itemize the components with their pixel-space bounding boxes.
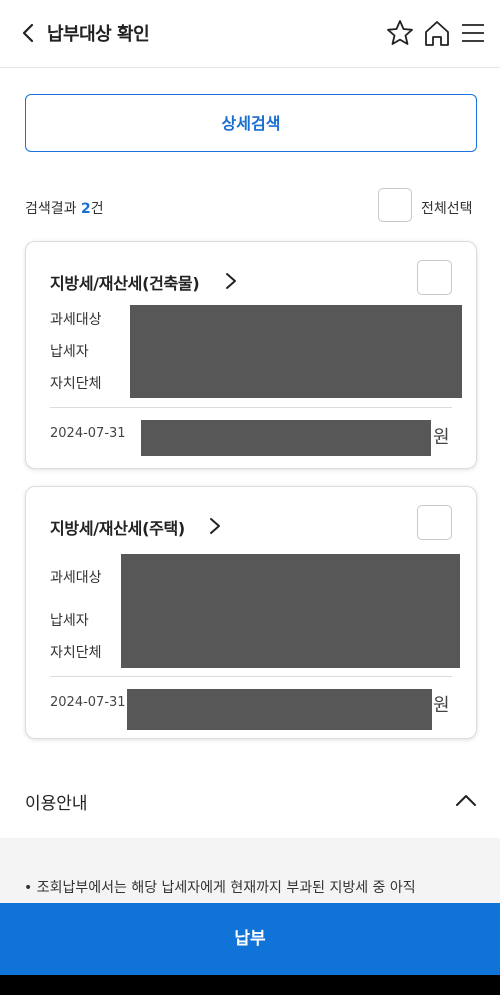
- field-label-tax-target: 과세대상: [50, 570, 102, 586]
- field-label-taxpayer: 납세자: [50, 613, 89, 629]
- redacted-amount: [127, 689, 432, 730]
- menu-icon[interactable]: [458, 18, 488, 48]
- redacted-block: [121, 554, 460, 668]
- field-label-municipality: 자치단체: [50, 645, 102, 661]
- back-icon[interactable]: [18, 20, 40, 46]
- chevron-up-icon[interactable]: [454, 790, 478, 810]
- result-count-label: 검색결과: [25, 201, 77, 217]
- usage-guide-text: • 조회납부에서는 해당 납세자에게 현재까지 부과된 지방세 중 아직: [24, 880, 416, 896]
- tax-card-2[interactable]: 지방세/재산세(주택) 과세대상 납세자 자치단체 2024-07-31 원: [25, 486, 477, 739]
- currency-label: 원: [433, 695, 450, 716]
- usage-guide-title[interactable]: 이용안내: [25, 789, 88, 814]
- result-count-number: 2: [80, 201, 91, 217]
- result-count: 검색결과 2건: [25, 198, 104, 218]
- due-date: 2024-07-31: [50, 426, 126, 441]
- card-title[interactable]: 지방세/재산세(건축물): [50, 270, 200, 294]
- card-checkbox[interactable]: [417, 505, 452, 540]
- usage-guide-panel: [0, 838, 500, 908]
- tax-card-1[interactable]: 지방세/재산세(건축물) 과세대상 납세자 자치단체 2024-07-31 원: [25, 241, 477, 469]
- chevron-right-icon[interactable]: [208, 516, 222, 536]
- field-label-municipality: 자치단체: [50, 376, 102, 392]
- redacted-block: [130, 305, 462, 398]
- page-title: 납부대상 확인: [47, 24, 150, 45]
- system-navigation-bar: [0, 975, 500, 995]
- chevron-right-icon[interactable]: [224, 271, 238, 291]
- due-date: 2024-07-31: [50, 695, 126, 710]
- result-count-unit: 건: [90, 201, 104, 217]
- select-all-checkbox[interactable]: [378, 188, 412, 222]
- home-icon[interactable]: [422, 18, 452, 48]
- app-header: 납부대상 확인: [0, 0, 500, 68]
- card-divider: [50, 676, 452, 677]
- currency-label: 원: [433, 427, 450, 448]
- detail-search-button[interactable]: 상세검색: [25, 94, 477, 152]
- card-divider: [50, 407, 452, 408]
- card-title[interactable]: 지방세/재산세(주택): [50, 515, 185, 539]
- star-icon[interactable]: [385, 18, 415, 48]
- pay-button[interactable]: 납부: [0, 903, 500, 975]
- card-checkbox[interactable]: [417, 260, 452, 295]
- select-all-label[interactable]: 전체선택: [421, 198, 473, 218]
- redacted-amount: [141, 420, 431, 456]
- field-label-tax-target: 과세대상: [50, 312, 102, 328]
- field-label-taxpayer: 납세자: [50, 344, 89, 360]
